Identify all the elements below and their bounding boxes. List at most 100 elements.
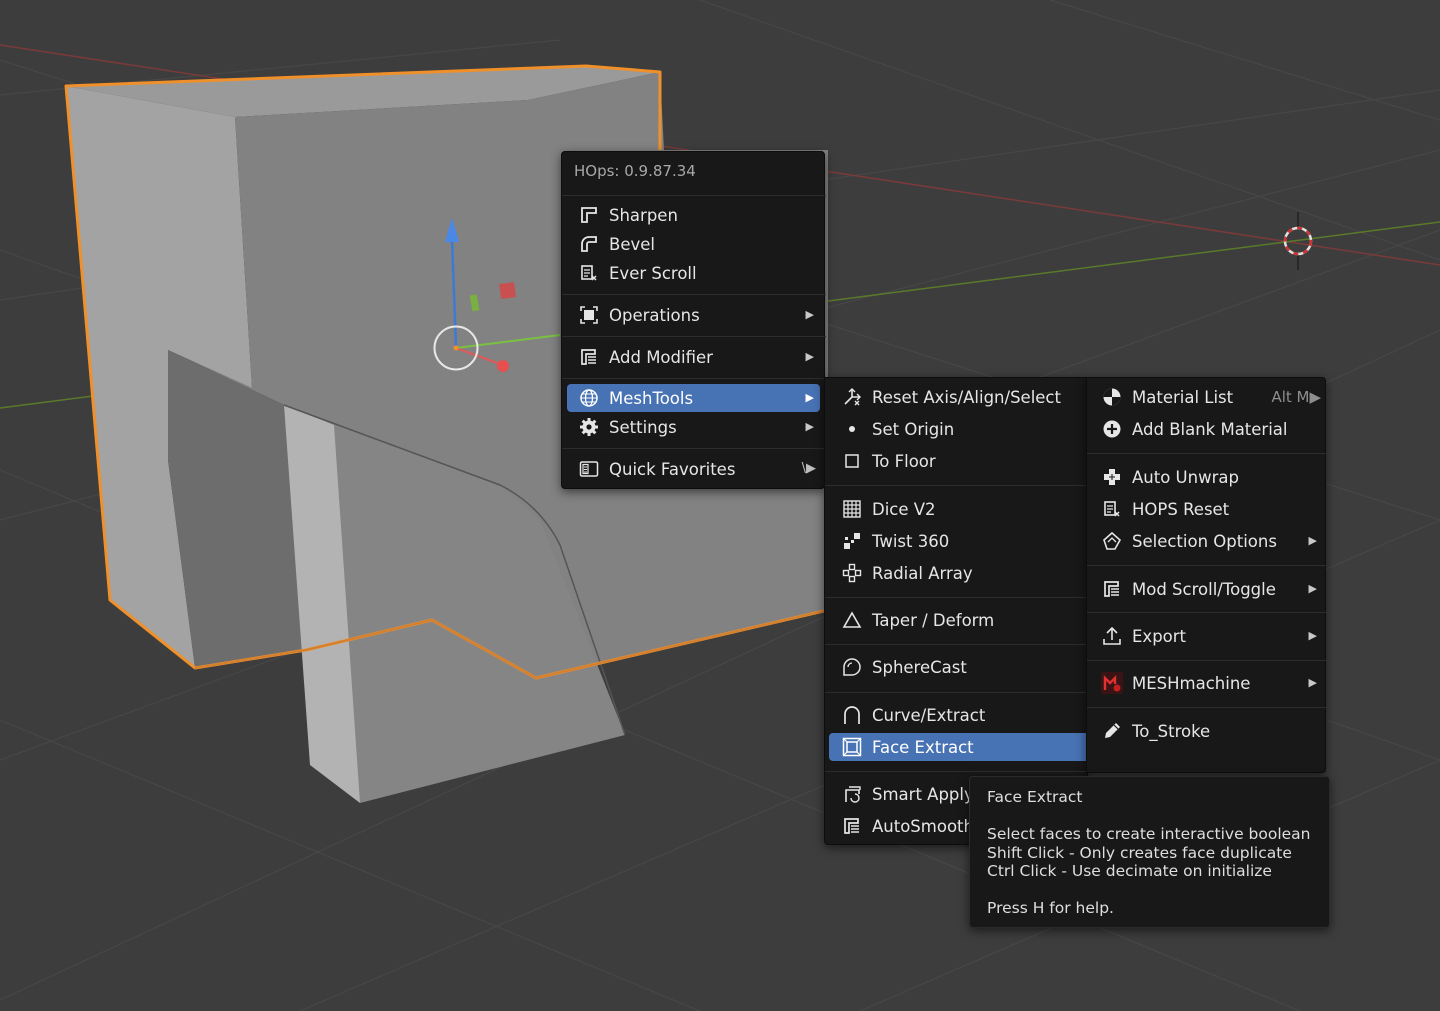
menu-item-label: MeshTools [609, 388, 694, 408]
menu-item-label: Ever Scroll [609, 263, 697, 283]
object-origin-dot [453, 345, 459, 351]
submenu-arrow-icon: ▶ [805, 308, 814, 321]
menu-item-label: Face Extract [872, 737, 974, 757]
quick-favorites-icon [578, 458, 600, 480]
menu-item-face-extract[interactable]: Face Extract [829, 733, 1091, 761]
menu-item-meshmachine[interactable]: MESHmachine ▶ [1091, 669, 1323, 697]
meshtools-menu: Reset Axis/Align/Select Set Origin To Fl… [824, 377, 1091, 845]
menu-item-label: Twist 360 [872, 531, 950, 551]
menu-item-meshtools[interactable]: MeshTools ▶ [567, 384, 820, 412]
menu-item-reset-axis[interactable]: Reset Axis/Align/Select [829, 383, 1085, 411]
menu-item-to-floor[interactable]: To Floor [829, 447, 1085, 475]
menu-item-label: Operations [609, 305, 700, 325]
menu-item-add-modifier[interactable]: Add Modifier ▶ [568, 343, 820, 371]
menu-item-label: Dice V2 [872, 499, 936, 519]
separator [1087, 453, 1327, 454]
reset-axis-icon [841, 386, 863, 408]
hops-menu: HOps: 0.9.87.34 Sharpen Bevel Ever Scrol… [561, 151, 826, 489]
plus-circle-icon [1101, 418, 1123, 440]
separator [562, 195, 826, 196]
menu-item-set-origin[interactable]: Set Origin [829, 415, 1085, 443]
menu-item-label: Export [1132, 626, 1187, 646]
menu-item-label: HOPS Reset [1132, 499, 1230, 519]
menu-item-label: To_Stroke [1132, 721, 1211, 741]
smart-apply-icon [841, 783, 863, 805]
twist-icon [841, 530, 863, 552]
menu-item-material-list[interactable]: Material List Alt M▶ [1091, 383, 1323, 411]
hops-menu-title: HOps: 0.9.87.34 [574, 162, 696, 180]
menu-item-ever-scroll[interactable]: Ever Scroll [568, 259, 820, 287]
triangle-icon [841, 609, 863, 631]
separator [825, 692, 1089, 693]
menu-item-label: SphereCast [872, 657, 967, 677]
tooltip-title: Face Extract [987, 788, 1083, 806]
submenu-arrow-icon: ▶ [805, 420, 814, 433]
submenu-arrow-icon: ▶ [1308, 676, 1317, 689]
menu-item-label: Set Origin [872, 419, 955, 439]
menu-item-label: Material List [1132, 387, 1234, 407]
menu-item-add-blank-material[interactable]: Add Blank Material [1091, 415, 1323, 443]
menu-item-label: Selection Options [1132, 531, 1277, 551]
separator [562, 378, 826, 379]
tooltip-help: Press H for help. [987, 899, 1114, 917]
autosmooth-icon [841, 815, 863, 837]
separator [562, 448, 826, 449]
gear-icon [578, 416, 600, 438]
globe-icon [578, 387, 600, 409]
separator [825, 485, 1089, 486]
export-icon [1101, 625, 1123, 647]
curve-icon [841, 704, 863, 726]
separator [825, 644, 1089, 645]
radial-array-icon [841, 562, 863, 584]
separator [1087, 565, 1327, 566]
bevel-icon [578, 233, 600, 255]
shortcut-hint: \▶ [801, 461, 816, 476]
material-icon [1101, 386, 1123, 408]
separator [1087, 660, 1327, 661]
menu-item-auto-unwrap[interactable]: Auto Unwrap [1091, 463, 1323, 491]
shortcut-hint: Alt M▶ [1271, 388, 1321, 406]
menu-item-sharpen[interactable]: Sharpen [568, 201, 820, 229]
menu-item-label: Auto Unwrap [1132, 467, 1239, 487]
sharpen-icon [578, 204, 600, 226]
menu-item-operations[interactable]: Operations ▶ [568, 301, 820, 329]
separator [1087, 612, 1327, 613]
spherecast-icon [841, 656, 863, 678]
menu-item-label: Quick Favorites [609, 459, 736, 479]
menu-item-twist-360[interactable]: Twist 360 [829, 527, 1085, 555]
menu-item-label: Sharpen [609, 205, 678, 225]
menu-item-bevel[interactable]: Bevel [568, 230, 820, 258]
menu-item-radial-array[interactable]: Radial Array [829, 559, 1085, 587]
ever-scroll-icon [578, 262, 600, 284]
menu-item-dice-v2[interactable]: Dice V2 [829, 495, 1085, 523]
separator [562, 294, 826, 295]
menu-item-label: Bevel [609, 234, 655, 254]
menu-item-quick-favorites[interactable]: Quick Favorites \▶ [568, 455, 820, 483]
xz-plane-handle[interactable] [499, 282, 517, 300]
tooltip-line: Shift Click - Only creates face duplicat… [987, 844, 1292, 862]
tooltip: Face Extract Select faces to create inte… [969, 776, 1330, 928]
submenu-arrow-icon: ▶ [1308, 629, 1317, 642]
menu-item-export[interactable]: Export ▶ [1091, 622, 1323, 650]
menu-item-label: AutoSmooth [872, 816, 974, 836]
menu-item-selection-options[interactable]: Selection Options ▶ [1091, 527, 1323, 555]
dice-icon [841, 498, 863, 520]
x-axis-arrow[interactable] [497, 360, 509, 372]
menu-item-label: Smart Apply [872, 784, 974, 804]
menu-item-curve-extract[interactable]: Curve/Extract [829, 701, 1085, 729]
menu-item-spherecast[interactable]: SphereCast [829, 653, 1085, 681]
submenu-arrow-icon: ▶ [1308, 534, 1317, 547]
tooltip-line: Ctrl Click - Use decimate on initialize [987, 862, 1272, 880]
menu-item-label: Mod Scroll/Toggle [1132, 579, 1276, 599]
menu-item-taper-deform[interactable]: Taper / Deform [829, 606, 1085, 634]
menu-item-label: To Floor [872, 451, 936, 471]
separator [825, 597, 1089, 598]
menu-item-hops-reset[interactable]: HOPS Reset [1091, 495, 1323, 523]
separator [562, 336, 826, 337]
menu-item-settings[interactable]: Settings ▶ [568, 413, 820, 441]
separator [1087, 707, 1327, 708]
menu-item-mod-scroll-toggle[interactable]: Mod Scroll/Toggle ▶ [1091, 575, 1323, 603]
menu-item-label: Reset Axis/Align/Select [872, 387, 1061, 407]
menu-item-to-stroke[interactable]: To_Stroke [1091, 717, 1323, 745]
menu-item-label: Settings [609, 417, 677, 437]
